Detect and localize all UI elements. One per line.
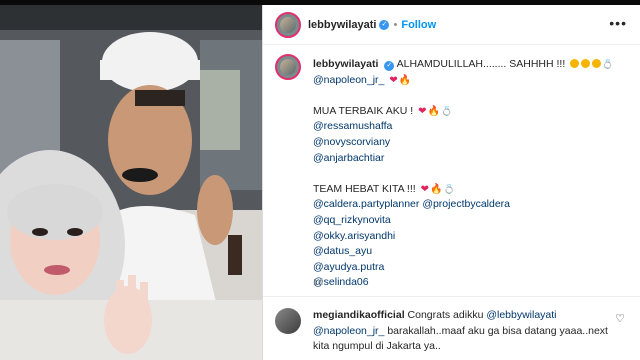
mention-link[interactable]: @datus_ayu xyxy=(313,245,372,257)
mention-link[interactable]: @caldera.partyplanner xyxy=(313,198,419,210)
post-timestamp[interactable]: 1d xyxy=(313,277,323,287)
mua-title: MUA TERBAIK AKU ! xyxy=(313,104,414,117)
caption-avatar[interactable] xyxy=(275,54,301,80)
author-avatar[interactable] xyxy=(275,11,301,38)
emoji-face-icon xyxy=(581,59,591,68)
separator-dot: • xyxy=(393,18,398,31)
photo-illustration xyxy=(0,0,262,360)
caption-line1: ALHAMDULILLAH........ SAHHHH !!! xyxy=(396,58,566,70)
mention-link[interactable]: @projectbycaldera xyxy=(422,198,510,210)
verified-icon: ✓ xyxy=(379,19,390,30)
mention-link[interactable]: @novyscorviany xyxy=(313,136,390,148)
caption-text: lebbywilayati ✓ ALHAMDULILLAH........ SA… xyxy=(313,57,633,291)
mention-link[interactable]: @napoleon_jr_ xyxy=(313,325,384,337)
emoji-face-icon xyxy=(570,59,580,68)
mention-napoleon[interactable]: @napoleon_jr_ xyxy=(313,74,384,86)
commenter-avatar[interactable] xyxy=(275,308,301,334)
post-detail-panel: lebbywilayati ✓ • Follow ••• lebbywilaya… xyxy=(262,0,640,360)
top-bar xyxy=(0,0,640,5)
like-heart-icon[interactable]: ♡ xyxy=(615,312,625,325)
mention-link[interactable]: @ressamushaffa xyxy=(313,120,392,132)
ring-icon: 💍 xyxy=(440,105,453,116)
follow-button[interactable]: Follow xyxy=(401,19,436,31)
comment-text-1: Congrats adikku xyxy=(407,309,484,321)
team-title: TEAM HEBAT KITA !!! xyxy=(313,182,416,195)
fire-emoji-icon: 🔥 xyxy=(430,183,443,195)
comment-text-3: kita ngumpul di Jakarta ya.. xyxy=(313,340,441,353)
heart-emoji-icon: ❤ xyxy=(420,183,430,195)
verified-icon: ✓ xyxy=(384,61,395,71)
mention-link[interactable]: @qq_rizkynovita xyxy=(313,214,391,226)
heart-emoji-icon: ❤ xyxy=(389,74,398,86)
emoji-face-icon xyxy=(592,59,602,68)
mention-link[interactable]: @okky.arisyandhi xyxy=(313,230,395,242)
heart-emoji-icon: ❤ xyxy=(418,105,427,117)
fire-emoji-icon: 🔥 xyxy=(398,74,412,86)
commenter-username[interactable]: megiandikaofficial xyxy=(313,309,405,321)
divider xyxy=(263,296,640,297)
ring-icon: 💍 xyxy=(602,59,614,69)
comment-text-2: barakallah..maaf aku ga bisa datang yaaa… xyxy=(387,324,608,337)
mention-link[interactable]: @lebbywilayati xyxy=(486,309,556,321)
ring-icon: 💍 xyxy=(443,183,455,194)
comment-text: megiandikaofficial Congrats adikku @lebb… xyxy=(313,308,613,355)
fire-emoji-icon: 🔥 xyxy=(427,105,440,117)
mention-link[interactable]: @anjarbachtiar xyxy=(313,152,384,164)
caption-username[interactable]: lebbywilayati xyxy=(313,58,378,70)
author-username[interactable]: lebbywilayati xyxy=(308,19,376,31)
mention-link[interactable]: @ayudya.putra xyxy=(313,261,384,273)
post-header: lebbywilayati ✓ • Follow ••• xyxy=(263,5,640,45)
more-horizontal-icon[interactable]: ••• xyxy=(609,15,627,31)
post-photo xyxy=(0,0,262,360)
